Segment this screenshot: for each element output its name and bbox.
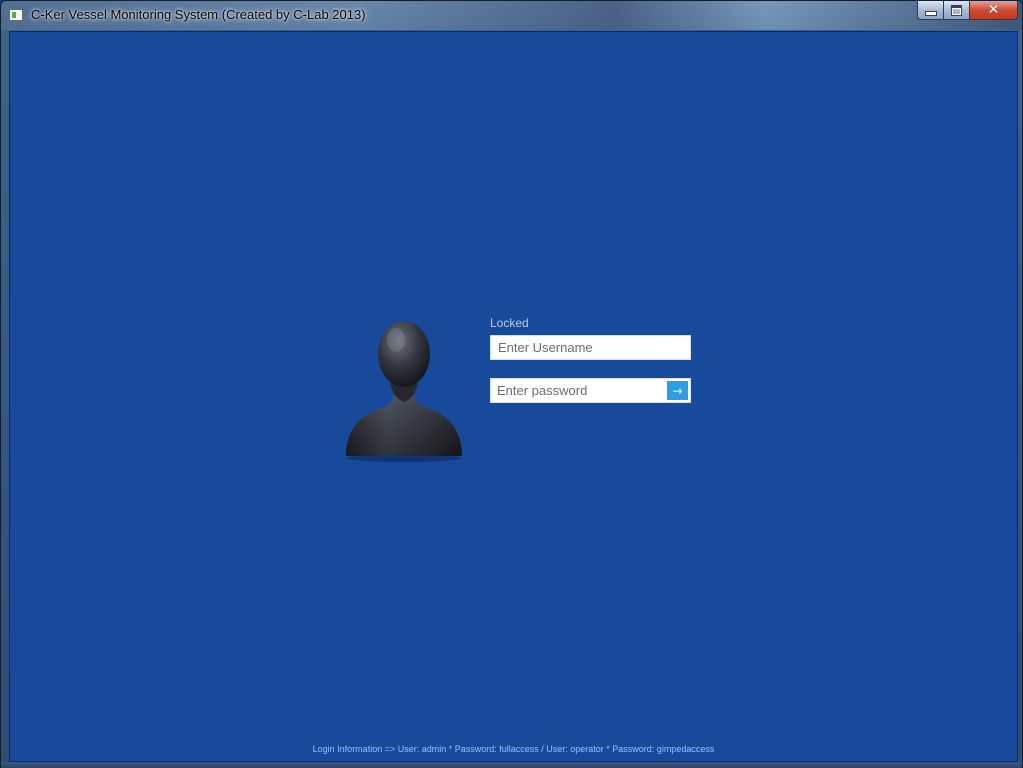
login-submit-button[interactable]: →: [667, 381, 688, 400]
login-screen: Locked → Login Information => User: admi…: [9, 31, 1018, 762]
minimize-button[interactable]: [917, 1, 944, 20]
user-silhouette-icon: [346, 321, 462, 462]
username-input[interactable]: [490, 335, 691, 360]
window-bottom-frame: [1, 762, 1022, 768]
title-bar[interactable]: C-Ker Vessel Monitoring System (Created …: [1, 1, 1022, 30]
close-icon: ✕: [987, 2, 1000, 18]
app-window: C-Ker Vessel Monitoring System (Created …: [0, 0, 1023, 768]
maximize-icon: [951, 4, 962, 16]
arrow-right-icon: →: [672, 383, 683, 398]
maximize-button[interactable]: [944, 1, 970, 20]
password-field: →: [490, 378, 691, 403]
app-icon[interactable]: [9, 9, 23, 21]
close-button[interactable]: ✕: [970, 1, 1018, 20]
window-controls: ✕: [917, 1, 1018, 21]
minimize-icon: [924, 10, 937, 16]
window-title: C-Ker Vessel Monitoring System (Created …: [31, 7, 366, 22]
locked-status-label: Locked: [490, 316, 529, 330]
login-info-text: Login Information => User: admin * Passw…: [312, 744, 715, 754]
password-input[interactable]: [491, 379, 663, 402]
